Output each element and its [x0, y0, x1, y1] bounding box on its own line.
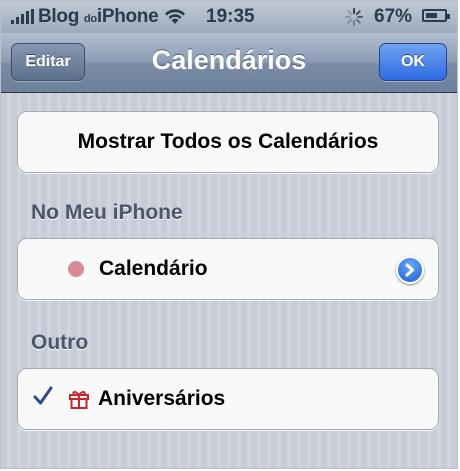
- battery-fill: [426, 13, 437, 18]
- on-phone-group: Calendário: [17, 238, 439, 300]
- birthdays-label: Aniversários: [98, 387, 226, 410]
- screen: Blog doiPhone 19:35 67% Editar Calendári…: [0, 0, 458, 469]
- section-header-other: Outro: [31, 331, 89, 354]
- section-header-on-phone: No Meu iPhone: [31, 201, 183, 224]
- navigation-bar: Editar Calendários OK: [1, 33, 457, 93]
- checkmark-icon: [32, 385, 58, 413]
- battery-icon: [422, 9, 450, 22]
- gift-icon: [68, 388, 90, 410]
- wifi-icon: [163, 7, 187, 31]
- carrier-small: do: [84, 13, 97, 25]
- carrier-main: Blog: [38, 6, 80, 27]
- chevron-right-icon: [405, 263, 414, 277]
- show-all-calendars-button[interactable]: Mostrar Todos os Calendários: [18, 112, 438, 172]
- signal-strength-icon: [11, 9, 34, 24]
- show-all-group: Mostrar Todos os Calendários: [17, 111, 439, 173]
- status-time: 19:35: [206, 6, 255, 27]
- carrier-end: iPhone: [96, 6, 159, 27]
- show-all-label: Mostrar Todos os Calendários: [77, 130, 379, 153]
- carrier-name: Blog doiPhone: [38, 6, 159, 28]
- ok-button[interactable]: OK: [379, 43, 447, 81]
- other-group: Aniversários: [17, 368, 439, 430]
- calendar-row[interactable]: Calendário: [18, 239, 438, 299]
- activity-spinner-icon: [344, 7, 364, 33]
- status-bar: Blog doiPhone 19:35 67%: [1, 1, 457, 33]
- calendar-label: Calendário: [99, 257, 208, 280]
- calendar-color-dot: [68, 261, 84, 277]
- battery-percentage: 67%: [374, 6, 413, 27]
- birthdays-row[interactable]: Aniversários: [18, 369, 438, 429]
- disclosure-button[interactable]: [396, 256, 424, 284]
